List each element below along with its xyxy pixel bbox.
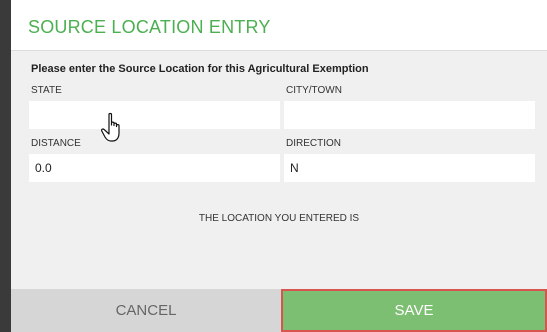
- left-edge-bar: [0, 0, 11, 332]
- app-frame: SOURCE LOCATION ENTRY Please enter the S…: [0, 0, 547, 332]
- dialog-footer: CANCEL SAVE: [11, 289, 547, 332]
- dialog-title: SOURCE LOCATION ENTRY: [28, 17, 271, 37]
- location-result-text: THE LOCATION YOU ENTERED IS: [198, 213, 360, 224]
- distance-label: DISTANCE: [31, 138, 81, 149]
- city-input[interactable]: [284, 101, 535, 129]
- save-button[interactable]: SAVE: [281, 289, 547, 332]
- distance-input[interactable]: [29, 154, 280, 182]
- source-location-dialog: SOURCE LOCATION ENTRY Please enter the S…: [11, 0, 547, 332]
- state-input[interactable]: [29, 101, 280, 129]
- instruction-text: Please enter the Source Location for thi…: [31, 63, 369, 75]
- city-label: CITY/TOWN: [286, 85, 342, 96]
- cancel-button[interactable]: CANCEL: [11, 289, 281, 332]
- state-label: STATE: [31, 85, 62, 96]
- dialog-header: SOURCE LOCATION ENTRY: [11, 0, 547, 51]
- direction-label: DIRECTION: [286, 138, 341, 149]
- direction-input[interactable]: [284, 154, 535, 182]
